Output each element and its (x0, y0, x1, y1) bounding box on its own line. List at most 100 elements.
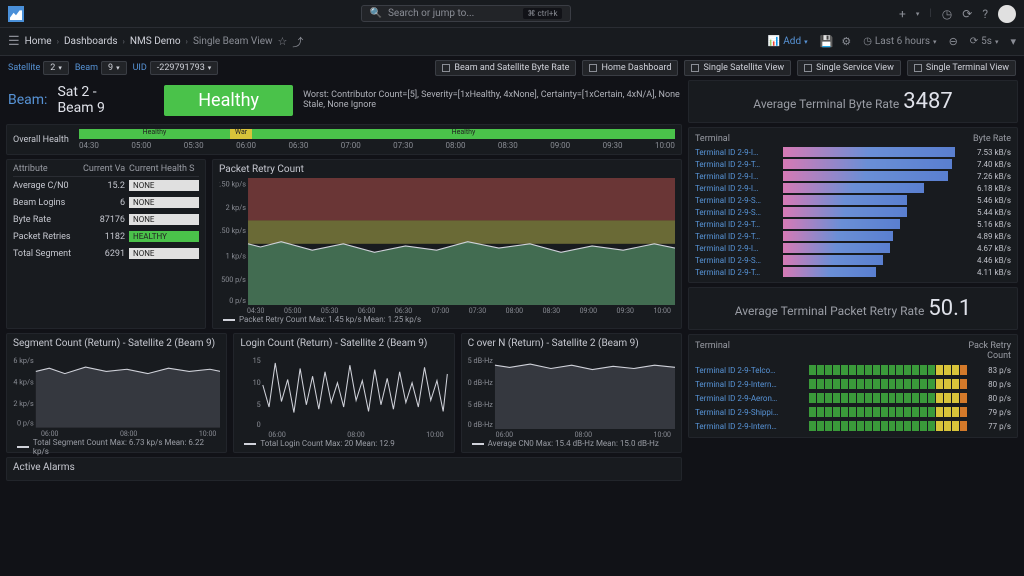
beam-filter[interactable]: Beam9▾ (75, 61, 127, 75)
table-row[interactable]: Terminal ID 2-9-Intern…77 p/s (695, 419, 1011, 433)
svg-text:1 kp/s: 1 kp/s (226, 252, 247, 261)
search-placeholder: Search or jump to... (388, 8, 474, 19)
dashboard-icon (589, 64, 597, 72)
svg-text:2 kp/s: 2 kp/s (226, 203, 247, 212)
login-count-chart[interactable]: 15 10 5 0 (240, 352, 447, 429)
c-over-n-chart[interactable]: 15 dB-Hz 10 dB-Hz 5 dB-Hz 0 dB-Hz (468, 352, 675, 429)
shortcut-link[interactable]: Single Satellite View (684, 60, 791, 76)
avg-byte-rate-panel: Average Terminal Byte Rate3487 (688, 80, 1018, 123)
add-button[interactable]: 📊Add▾ (764, 34, 812, 49)
history-icon[interactable]: ◷ (942, 7, 952, 21)
svg-text:10: 10 (253, 378, 261, 387)
table-row[interactable]: Terminal ID 2-9-Intern…80 p/s (695, 377, 1011, 391)
beam-header: Beam: Sat 2 - Beam 9 Healthy Worst: Cont… (6, 80, 682, 120)
breadcrumb-dashboards[interactable]: Dashboards (64, 36, 118, 47)
packet-retry-panel: Packet Retry Count 2.50 kp/s 2 kp/s 1.50… (212, 159, 682, 329)
worst-text: Worst: Contributor Count=[5], Severity=[… (303, 90, 680, 110)
table-row[interactable]: Total Segment6291NONE (13, 245, 199, 262)
login-count-panel: Login Count (Return) - Satellite 2 (Beam… (233, 333, 454, 453)
search-wrap: 🔍 Search or jump to... ⌘ ctrl+k (32, 5, 899, 22)
table-row[interactable]: Terminal ID 2-9-Shippi…79 p/s (695, 405, 1011, 419)
timeline-bar[interactable]: HealthyWarHealthy (79, 129, 675, 139)
topbar: 🔍 Search or jump to... ⌘ ctrl+k +▾ | ◷ ⟳… (0, 0, 1024, 28)
segment-count-panel: Segment Count (Return) - Satellite 2 (Be… (6, 333, 227, 453)
breadcrumb-demo[interactable]: NMS Demo (130, 36, 181, 47)
table-row[interactable]: Terminal ID 2-9-Telco…83 p/s (695, 363, 1011, 377)
help-icon[interactable]: ? (982, 7, 988, 21)
shortcut-link[interactable]: Single Terminal View (907, 60, 1016, 76)
search-input[interactable]: 🔍 Search or jump to... ⌘ ctrl+k (361, 5, 571, 22)
uid-filter[interactable]: UID-229791793▾ (133, 61, 219, 75)
table-row[interactable]: Beam Logins6NONE (13, 194, 199, 211)
active-alarms-panel: Active Alarms (6, 457, 682, 481)
table-row[interactable]: Terminal ID 2-9-I…7.26 kB/s (695, 170, 1011, 182)
breadcrumb-home[interactable]: Home (25, 36, 52, 47)
svg-text:1.50 kp/s: 1.50 kp/s (219, 226, 246, 235)
svg-text:10 dB-Hz: 10 dB-Hz (468, 378, 493, 387)
menu-icon[interactable]: ☰ (8, 34, 20, 49)
table-row[interactable]: Terminal ID 2-9-T…5.16 kB/s (695, 218, 1011, 230)
star-icon[interactable]: ☆ (278, 35, 288, 48)
timeline-label: Overall Health (13, 135, 73, 145)
svg-text:0: 0 (257, 420, 261, 429)
table-row[interactable]: Terminal ID 2-9-Aeron…80 p/s (695, 391, 1011, 405)
table-row[interactable]: Terminal ID 2-9-I…7.53 kB/s (695, 146, 1011, 158)
app-logo[interactable] (8, 6, 24, 22)
attribute-table: AttributeCurrent VaCurrent Health S Aver… (6, 159, 206, 329)
byte-rate-table: TerminalByte Rate Terminal ID 2-9-I…7.53… (688, 127, 1018, 283)
segment-count-chart[interactable]: 6 kp/s 4 kp/s 2 kp/s 0 p/s (13, 352, 220, 428)
breadcrumb: ☰ Home› Dashboards› NMS Demo› Single Bea… (8, 34, 303, 50)
rss-icon[interactable]: ⟳ (962, 7, 972, 21)
svg-text:5: 5 (257, 400, 261, 409)
table-row[interactable]: Terminal ID 2-9-S…5.46 kB/s (695, 194, 1011, 206)
refresh-icon: ⟳ (970, 36, 978, 47)
svg-text:500 p/s: 500 p/s (221, 275, 246, 284)
retry-table: TerminalPack Retry Count Terminal ID 2-9… (688, 334, 1018, 438)
share-icon[interactable]: ⤴ (292, 34, 303, 50)
c-over-n-panel: C over N (Return) - Satellite 2 (Beam 9)… (461, 333, 682, 453)
table-row[interactable]: Average C/N015.2NONE (13, 177, 199, 194)
svg-text:2.50 kp/s: 2.50 kp/s (219, 179, 246, 188)
svg-text:2 kp/s: 2 kp/s (13, 399, 34, 408)
table-row[interactable]: Packet Retries1182HEALTHY (13, 228, 199, 245)
table-row[interactable]: Terminal ID 2-9-S…4.46 kB/s (695, 254, 1011, 266)
topbar-right: +▾ | ◷ ⟳ ? (899, 5, 1016, 23)
search-shortcut: ⌘ ctrl+k (523, 8, 561, 19)
packet-retry-chart[interactable]: 2.50 kp/s 2 kp/s 1.50 kp/s 1 kp/s 500 p/… (219, 178, 675, 305)
zoom-out-icon[interactable]: ⊖ (949, 35, 958, 48)
svg-text:0 p/s: 0 p/s (17, 419, 34, 428)
svg-text:6 kp/s: 6 kp/s (13, 356, 34, 365)
table-row[interactable]: Terminal ID 2-9-S…5.44 kB/s (695, 206, 1011, 218)
beam-label: Beam: (8, 92, 47, 108)
chevron-down-icon[interactable]: ▾ (1010, 35, 1016, 48)
save-icon[interactable]: 💾 (820, 35, 834, 48)
svg-text:0 dB-Hz: 0 dB-Hz (468, 420, 493, 429)
settings-icon[interactable]: ⚙ (841, 35, 851, 48)
table-row[interactable]: Terminal ID 2-9-T…7.40 kB/s (695, 158, 1011, 170)
add-icon[interactable]: + (899, 7, 906, 21)
avatar[interactable] (998, 5, 1016, 23)
refresh-picker[interactable]: ⟳5s▾ (966, 34, 1003, 49)
chevron-down-icon: ▾ (916, 10, 920, 18)
svg-text:0 p/s: 0 p/s (229, 296, 246, 305)
svg-text:5 dB-Hz: 5 dB-Hz (468, 400, 493, 409)
table-row[interactable]: Terminal ID 2-9-T…4.89 kB/s (695, 230, 1011, 242)
shortcut-link[interactable]: Home Dashboard (582, 60, 678, 76)
dashboard-icon (804, 64, 812, 72)
shortcut-link[interactable]: Beam and Satellite Byte Rate (435, 60, 576, 76)
beam-value: Sat 2 - Beam 9 (57, 84, 132, 116)
dashboard-icon (914, 64, 922, 72)
table-row[interactable]: Terminal ID 2-9-T…4.11 kB/s (695, 266, 1011, 278)
timerange-picker[interactable]: ◷Last 6 hours▾ (859, 34, 940, 49)
table-row[interactable]: Terminal ID 2-9-I…4.67 kB/s (695, 242, 1011, 254)
svg-text:4 kp/s: 4 kp/s (13, 378, 34, 387)
dashboard-icon (442, 64, 450, 72)
table-row[interactable]: Byte Rate87176NONE (13, 211, 199, 228)
avg-retry-rate-panel: Average Terminal Packet Retry Rate50.1 (688, 287, 1018, 330)
table-row[interactable]: Terminal ID 2-9-I…6.18 kB/s (695, 182, 1011, 194)
health-badge: Healthy (164, 85, 293, 116)
clock-icon: ◷ (863, 36, 872, 47)
shortcut-link[interactable]: Single Service View (797, 60, 901, 76)
timeline-panel: Overall Health HealthyWarHealthy 04:3005… (6, 124, 682, 155)
satellite-filter[interactable]: Satellite2▾ (8, 61, 69, 75)
